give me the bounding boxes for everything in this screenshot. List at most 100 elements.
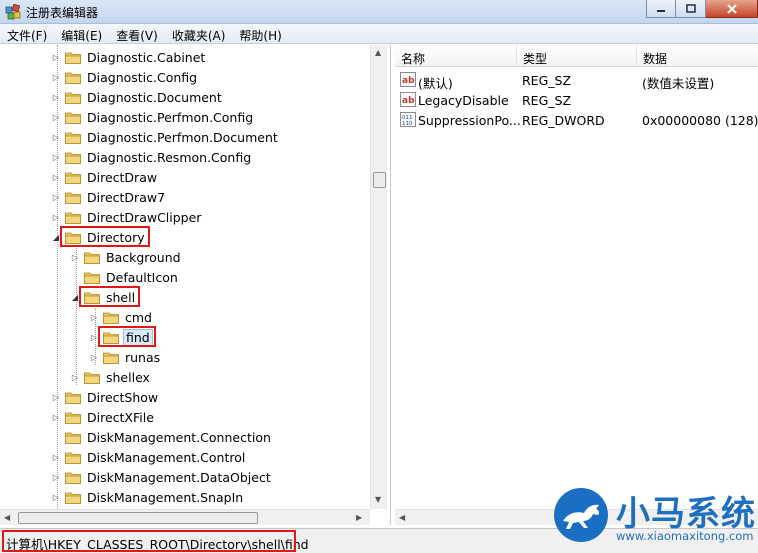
tree-item-label[interactable]: DirectDrawClipper <box>85 210 203 225</box>
tree-vertical-scroll-thumb[interactable] <box>373 172 386 188</box>
tree-item[interactable]: DiskManagement.Connection <box>51 427 273 447</box>
column-header-type[interactable]: 类型 <box>517 45 637 67</box>
maximize-icon <box>685 3 696 13</box>
key-tree: ▷ Diagnostic.Cabinet ▷ Diagnostic.Config ▷ Di… <box>0 45 370 509</box>
expand-arrow-icon[interactable]: ▷ <box>89 352 99 362</box>
expand-arrow-icon[interactable]: ▷ <box>51 72 61 82</box>
tree-item-label[interactable]: DiskManagement.DataObject <box>85 470 273 485</box>
close-button[interactable] <box>706 0 758 18</box>
column-header-name[interactable]: 名称 <box>395 45 517 67</box>
tree-item[interactable]: ▷ Diagnostic.Config <box>51 67 199 87</box>
tree-item[interactable]: ▷ Diagnostic.Resmon.Config <box>51 147 253 167</box>
expand-arrow-icon[interactable]: ▷ <box>51 412 61 422</box>
tree-item[interactable]: ▷ DiskManagement.SnapIn <box>51 487 245 507</box>
menu-edit[interactable]: 编辑(E) <box>54 24 109 44</box>
tree-item-label[interactable]: DirectDraw <box>85 170 159 185</box>
scroll-left-arrow-icon[interactable]: ◀ <box>399 513 405 522</box>
tree-item-label[interactable]: shell <box>104 290 137 305</box>
tree-item-label[interactable]: DefaultIcon <box>104 270 180 285</box>
tree-item[interactable]: ▷ DiskManagement.Control <box>51 447 247 467</box>
menu-file[interactable]: 文件(F) <box>0 24 54 44</box>
expand-arrow-icon[interactable]: ▷ <box>51 92 61 102</box>
tree-item[interactable]: ▷ DirectDraw <box>51 167 159 187</box>
expand-arrow-icon[interactable]: ▷ <box>51 172 61 182</box>
maximize-button[interactable] <box>676 0 706 18</box>
tree-item[interactable]: ▷ DirectShow <box>51 387 160 407</box>
tree-item-label[interactable]: shellex <box>104 370 152 385</box>
tree-item-label[interactable]: Diagnostic.Document <box>85 90 224 105</box>
tree-item[interactable]: ▷ DirectXFile <box>51 407 156 427</box>
title-bar[interactable]: 注册表编辑器 <box>0 0 758 24</box>
tree-item[interactable]: ▷ DiskManagement.DataObject <box>51 467 273 487</box>
folder-icon <box>65 191 81 204</box>
tree-item-label[interactable]: DiskManagement.Control <box>85 450 247 465</box>
tree-item[interactable]: ◢ shell <box>70 287 137 307</box>
expand-arrow-icon[interactable]: ▷ <box>70 372 80 382</box>
collapse-arrow-icon[interactable]: ◢ <box>70 292 80 302</box>
folder-icon <box>65 91 81 104</box>
expand-arrow-icon[interactable]: ▷ <box>70 252 80 262</box>
tree-item-label[interactable]: DirectDraw7 <box>85 190 167 205</box>
tree-item[interactable]: ▷ runas <box>89 347 162 367</box>
tree-item-label[interactable]: Diagnostic.Resmon.Config <box>85 150 253 165</box>
tree-item-label[interactable]: Diagnostic.Perfmon.Document <box>85 130 280 145</box>
tree-item-label[interactable]: DirectShow <box>85 390 160 405</box>
tree-item-label[interactable]: Diagnostic.Cabinet <box>85 50 207 65</box>
value-row[interactable]: 011 110 SuppressionPo... REG_DWORD 0x0000008… <box>395 110 758 130</box>
tree-item[interactable]: ▷ DirectDrawClipper <box>51 207 203 227</box>
tree-item[interactable]: ▷ find <box>89 327 153 347</box>
expand-arrow-icon[interactable]: ▷ <box>51 212 61 222</box>
watermark-logo: 小马系统 www.xiaomaxitong.com <box>550 482 758 552</box>
expand-arrow-icon[interactable]: ▷ <box>51 52 61 62</box>
tree-item[interactable]: ▷ shellex <box>70 367 152 387</box>
scroll-up-arrow-icon[interactable]: ▲ <box>375 48 381 57</box>
expand-arrow-icon[interactable]: ▷ <box>51 392 61 402</box>
collapse-arrow-icon[interactable]: ◢ <box>51 232 61 242</box>
menu-favorites[interactable]: 收藏夹(A) <box>165 24 233 44</box>
tree-item-label[interactable]: DirectXFile <box>85 410 156 425</box>
scroll-right-arrow-icon[interactable]: ▶ <box>356 513 362 522</box>
tree-item-label[interactable]: find <box>123 328 153 346</box>
registry-editor-window: 注册表编辑器 文件(F) 编辑(E) 查看(V) 收藏夹(A) 帮助(H) ▷ D… <box>0 0 758 553</box>
tree-item[interactable]: ▷ Diagnostic.Perfmon.Document <box>51 127 280 147</box>
tree-item-label[interactable]: Diagnostic.Perfmon.Config <box>85 110 255 125</box>
expand-arrow-icon[interactable]: ▷ <box>51 492 61 502</box>
expand-arrow-icon[interactable]: ▷ <box>51 132 61 142</box>
tree-vertical-scrollbar[interactable]: ▲ ▼ <box>370 45 387 509</box>
menu-view[interactable]: 查看(V) <box>109 24 165 44</box>
expand-arrow-icon[interactable]: ▷ <box>51 112 61 122</box>
tree-item-label[interactable]: runas <box>123 350 162 365</box>
tree-item[interactable]: ▷ Background <box>70 247 183 267</box>
minimize-button[interactable] <box>646 0 676 18</box>
tree-item-label[interactable]: DiskManagement.Connection <box>85 430 273 445</box>
tree-item-label[interactable]: Background <box>104 250 183 265</box>
tree-item[interactable]: DefaultIcon <box>70 267 180 287</box>
expand-arrow-icon[interactable]: ▷ <box>51 152 61 162</box>
tree-item[interactable]: ▷ DirectDraw7 <box>51 187 167 207</box>
expand-arrow-icon[interactable]: ▷ <box>89 312 99 322</box>
watermark-cn: 小马系统 <box>616 494 756 534</box>
tree-horizontal-scroll-thumb[interactable] <box>18 512 258 524</box>
expand-arrow-icon[interactable]: ▷ <box>51 192 61 202</box>
value-row[interactable]: ab LegacyDisable REG_SZ <box>395 90 758 110</box>
tree-item-label[interactable]: Directory <box>85 230 147 245</box>
tree-item[interactable]: ▷ Diagnostic.Cabinet <box>51 47 207 67</box>
tree-horizontal-scrollbar[interactable]: ◀ ▶ <box>0 509 370 525</box>
folder-icon <box>84 291 100 304</box>
expand-arrow-icon[interactable]: ▷ <box>89 332 99 342</box>
tree-item[interactable]: ▷ cmd <box>89 307 154 327</box>
scroll-left-arrow-icon[interactable]: ◀ <box>4 513 10 522</box>
expand-arrow-icon[interactable]: ▷ <box>51 452 61 462</box>
value-row[interactable]: ab (默认) REG_SZ (数值未设置) <box>395 70 758 91</box>
tree-item-label[interactable]: DiskManagement.SnapIn <box>85 490 245 505</box>
scroll-down-arrow-icon[interactable]: ▼ <box>375 495 381 504</box>
menu-help[interactable]: 帮助(H) <box>232 24 288 44</box>
tree-item-label[interactable]: cmd <box>123 310 154 325</box>
tree-item[interactable]: ▷ Diagnostic.Perfmon.Config <box>51 107 255 127</box>
tree-item-label[interactable]: Diagnostic.Config <box>85 70 199 85</box>
column-header-data[interactable]: 数据 <box>637 45 758 67</box>
tree-item[interactable]: ▷ Diagnostic.Document <box>51 87 224 107</box>
tree-item[interactable]: ◢ Directory <box>51 227 147 247</box>
expand-arrow-icon[interactable]: ▷ <box>51 472 61 482</box>
